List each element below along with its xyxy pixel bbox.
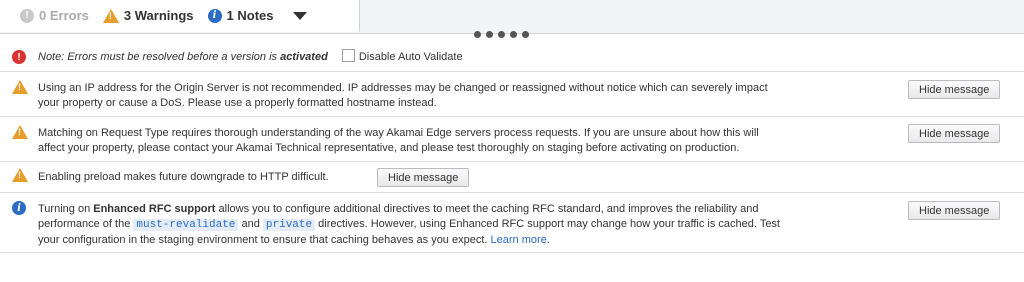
rfc-text: performance of the	[38, 218, 134, 230]
hide-message-button[interactable]: Hide message	[908, 80, 1001, 99]
disable-auto-validate-label[interactable]: Disable Auto Validate	[359, 51, 463, 63]
hide-message-button[interactable]: Hide message	[908, 124, 1001, 143]
info-icon: i	[207, 8, 222, 23]
warnings-count: 3	[123, 8, 132, 23]
message-line: Matching on Request Type requires thorou…	[38, 127, 759, 139]
rfc-text: Turning on	[38, 203, 94, 215]
notes-count: 1	[226, 8, 234, 23]
rfc-text: .	[546, 234, 550, 246]
error-icon: !	[20, 8, 34, 23]
warning-icon	[12, 125, 28, 139]
info-message-row: i Turning on Enhanced RFC support allows…	[0, 193, 1024, 253]
errors-label: Errors	[49, 8, 89, 23]
message-line: Using an IP address for the Origin Serve…	[38, 82, 768, 94]
message-text: Turning on Enhanced RFC support allows y…	[38, 202, 780, 248]
message-line: Turning on Enhanced RFC support allows y…	[38, 202, 780, 217]
message-line: your property or cause a DoS. Please use…	[38, 97, 437, 109]
code-must-revalidate: must-revalidate	[133, 219, 239, 231]
hide-message-button[interactable]: Hide message	[908, 201, 1001, 220]
message-text: Matching on Request Type requires thorou…	[38, 126, 759, 156]
validation-toolbar: ! 0 Errors 3 Warnings i 1 Notes	[0, 0, 1024, 34]
error-icon: !	[12, 50, 26, 64]
note-emphasis: activated	[280, 51, 328, 63]
disable-auto-validate-checkbox[interactable]	[341, 49, 355, 62]
info-icon: i	[12, 201, 26, 215]
errors-count: 0	[39, 8, 47, 23]
notes-label: Notes	[237, 8, 274, 23]
message-line: affect your property, please contact you…	[38, 142, 740, 154]
warning-message-row: Using an IP address for the Origin Serve…	[0, 72, 1024, 117]
handle-dot	[474, 31, 481, 38]
warnings-label: Warnings	[134, 8, 194, 23]
rfc-text: and	[238, 218, 263, 230]
resize-handle[interactable]	[474, 31, 529, 38]
message-text: Enabling preload makes future downgrade …	[38, 170, 329, 185]
message-text: Using an IP address for the Origin Serve…	[38, 81, 768, 111]
handle-dot	[486, 31, 493, 38]
handle-dot	[510, 31, 517, 38]
warning-message-row: Enabling preload makes future downgrade …	[0, 162, 1024, 193]
rfc-text: allows you to configure additional direc…	[215, 203, 759, 215]
message-line: your configuration in the staging enviro…	[38, 233, 780, 248]
warning-message-row: Matching on Request Type requires thorou…	[0, 117, 1024, 162]
handle-dot	[522, 31, 529, 38]
code-private: private	[262, 219, 316, 231]
tab-errors[interactable]: ! 0 Errors	[20, 8, 89, 23]
handle-dot	[498, 31, 505, 38]
tab-notes[interactable]: i 1 Notes	[207, 8, 274, 23]
tab-warnings[interactable]: 3 Warnings	[102, 8, 194, 23]
validation-note-row: ! Note: Errors must be resolved before a…	[0, 40, 1024, 72]
warning-icon	[102, 8, 119, 23]
rfc-bold-text: Enhanced RFC support	[93, 203, 216, 215]
warning-icon	[12, 168, 28, 182]
rfc-text: your configuration in the staging enviro…	[38, 234, 491, 246]
chevron-down-icon[interactable]	[293, 11, 308, 20]
warning-icon	[12, 80, 28, 94]
hide-message-button[interactable]: Hide message	[377, 168, 470, 187]
validation-tabs: ! 0 Errors 3 Warnings i 1 Notes	[0, 0, 360, 32]
validation-note: Note: Errors must be resolved before a v…	[38, 49, 463, 65]
learn-more-link[interactable]: Learn more	[491, 234, 547, 246]
message-line: performance of the must-revalidate and p…	[38, 217, 780, 233]
note-text: Note: Errors must be resolved before a v…	[38, 51, 281, 63]
message-line: Enabling preload makes future downgrade …	[38, 171, 329, 183]
rfc-text: directives. However, using Enhanced RFC …	[315, 218, 780, 230]
